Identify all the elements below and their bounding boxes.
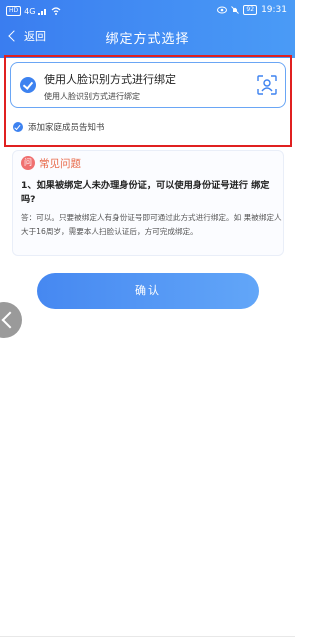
bottom-divider — [0, 636, 295, 637]
side-back-handle[interactable] — [0, 302, 22, 338]
option-subtitle: 使用人脸识别方式进行绑定 — [44, 92, 140, 101]
hd-badge: HD — [6, 6, 22, 16]
status-time: 19:31 — [261, 5, 287, 15]
status-right: 92 19:31 — [217, 5, 287, 15]
check-circle-icon — [20, 77, 36, 93]
nav-bar: 返回 绑定方式选择 — [0, 22, 295, 52]
app-header: HD 4G 92 19:31 返回 绑定方式选择 — [0, 0, 295, 58]
status-left: HD 4G — [6, 6, 61, 16]
page-title: 绑定方式选择 — [105, 32, 190, 47]
wifi-icon — [52, 7, 61, 15]
family-notice-link[interactable]: 添加家庭成员告知书 — [28, 121, 105, 133]
faq-title: 常见问题 — [39, 158, 81, 170]
face-recognition-option[interactable]: 使用人脸识别方式进行绑定 使用人脸识别方式进行绑定 — [10, 62, 286, 108]
battery-indicator: 92 — [243, 5, 258, 15]
signal-icon — [38, 9, 47, 15]
option-title: 使用人脸识别方式进行绑定 — [44, 73, 176, 86]
mute-bell-icon — [231, 6, 240, 14]
notice-checkbox[interactable] — [13, 122, 23, 132]
faq-answer: 答：可以。只要被绑定人有身份证号即可通过此方式进行绑定。如 果被绑定人大于16周… — [21, 213, 282, 236]
confirm-button[interactable]: 确认 — [37, 273, 259, 309]
faq-card: 问 常见问题 1、如果被绑定人未办理身份证，可以使用身份证号进行 绑定吗? 答：… — [12, 150, 284, 256]
question-icon: 问 — [21, 156, 35, 170]
status-bar: HD 4G 92 19:31 — [0, 0, 295, 22]
faq-question: 1、如果被绑定人未办理身份证，可以使用身份证号进行 绑定吗? — [21, 180, 270, 205]
eye-icon — [217, 6, 228, 14]
signal-label: 4G — [24, 6, 36, 16]
face-scan-icon — [257, 75, 277, 95]
